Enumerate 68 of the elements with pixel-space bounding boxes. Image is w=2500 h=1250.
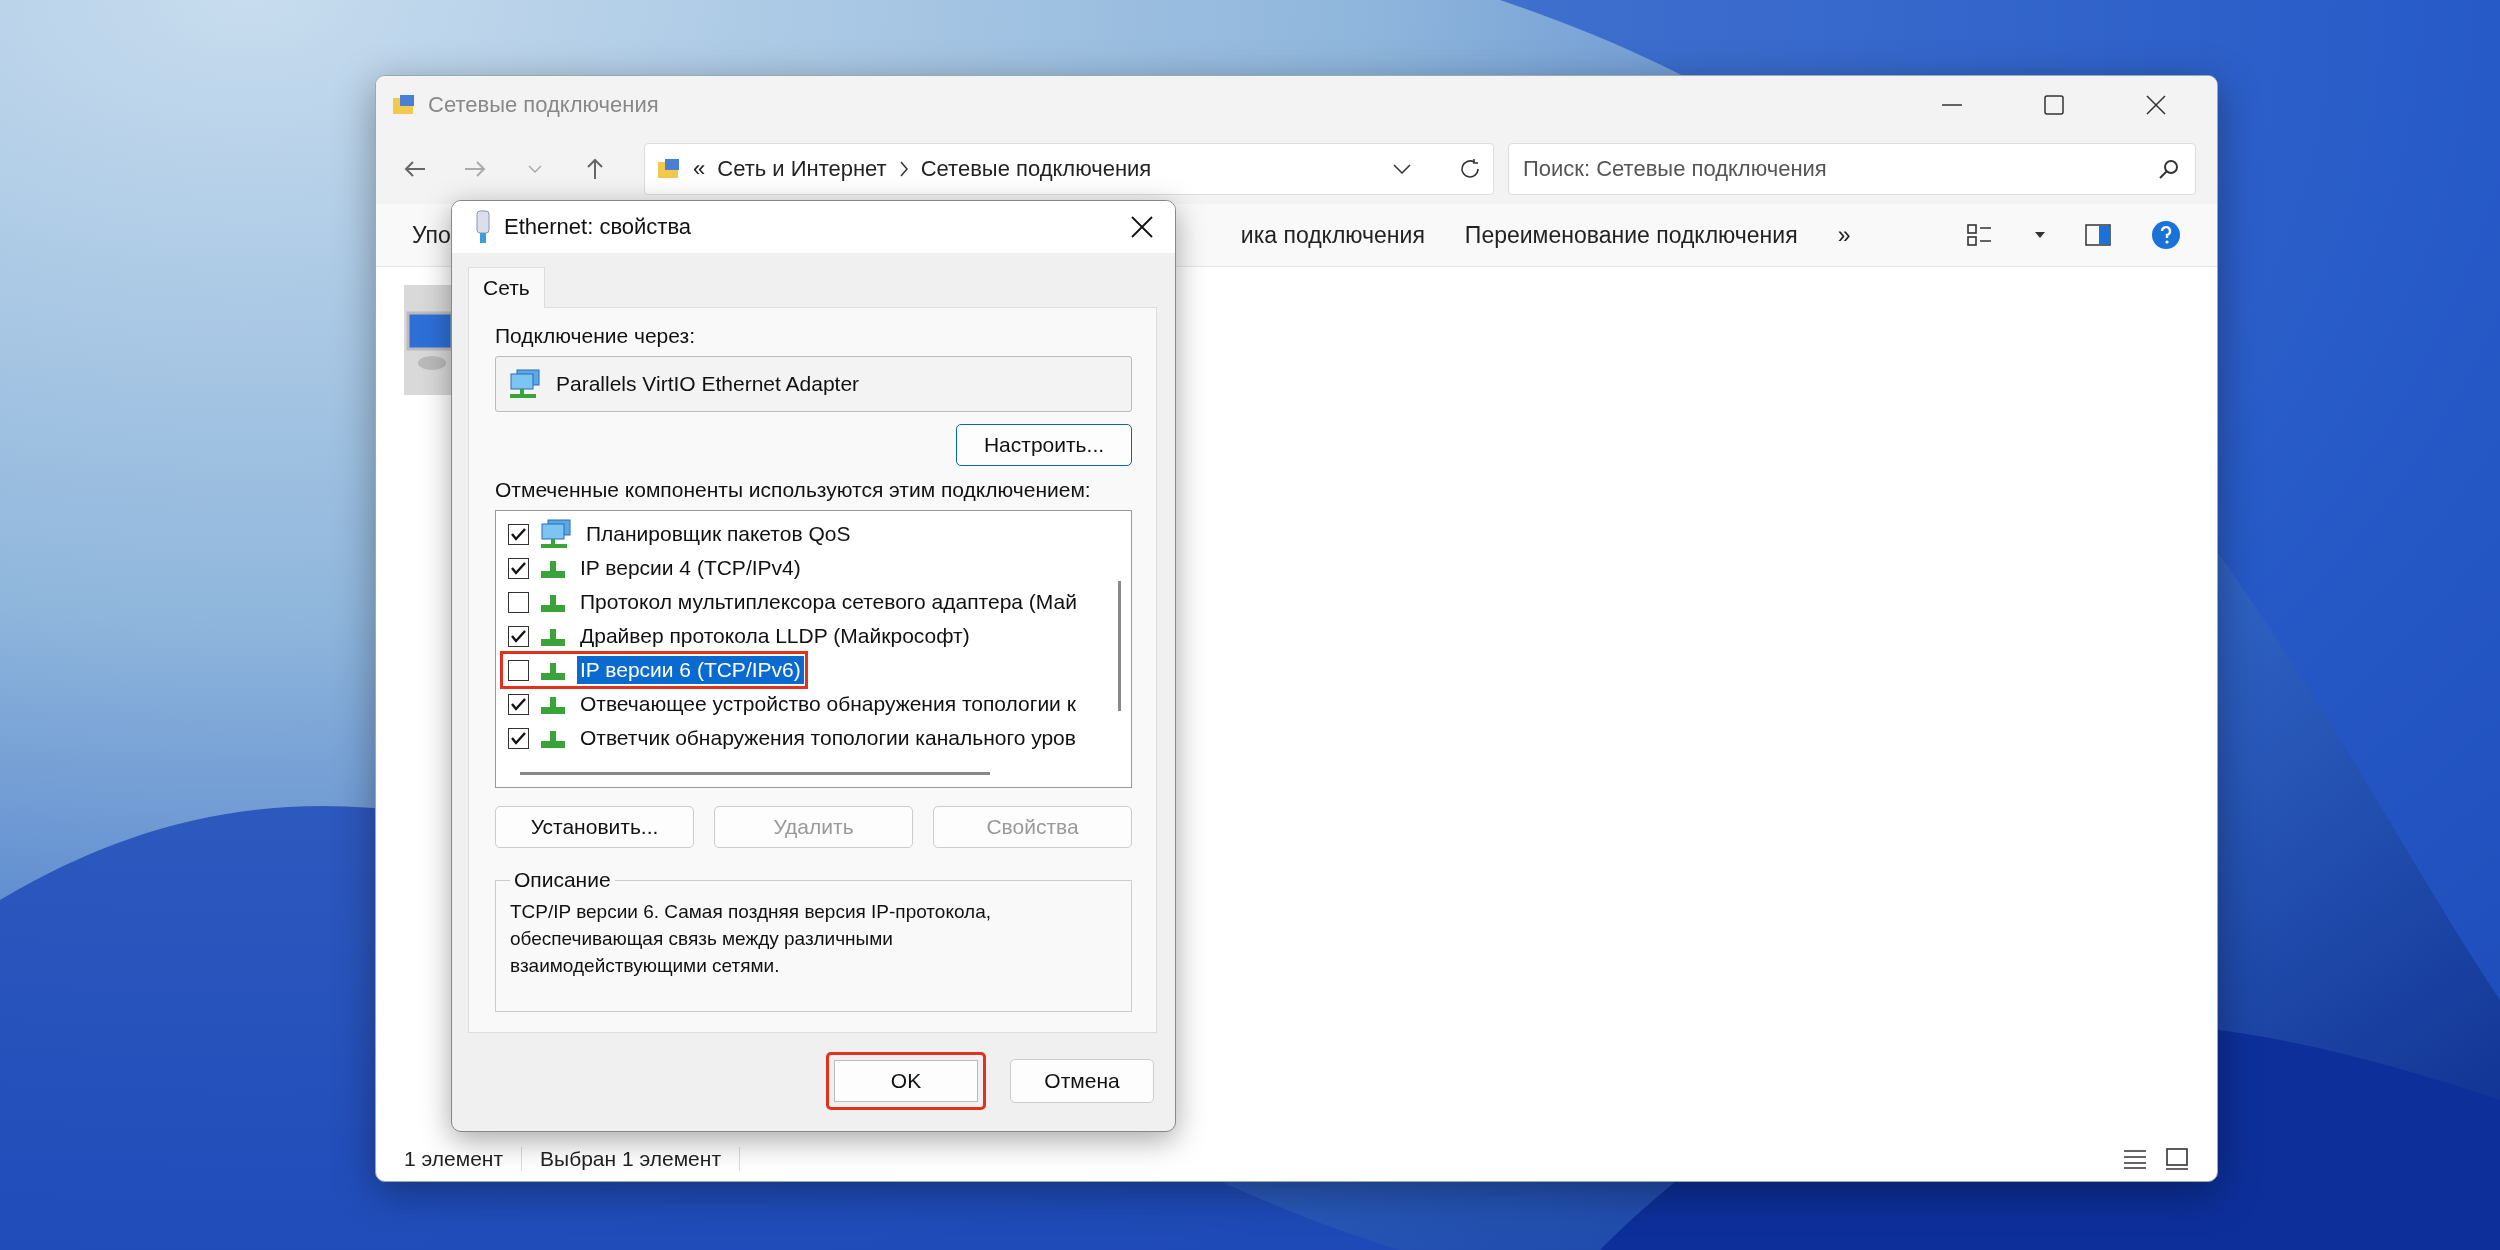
up-arrow-icon — [586, 158, 604, 180]
scrollbar[interactable] — [1118, 581, 1121, 711]
breadcrumb-overflow[interactable]: « — [693, 156, 706, 182]
component-label: Протокол мультиплексора сетевого адаптера (Май — [579, 589, 1078, 615]
network-folder-icon — [657, 158, 681, 180]
list-row[interactable]: Протокол мультиплексора сетевого адаптера (Май — [502, 585, 1082, 619]
service-icon — [539, 519, 573, 549]
minimize-icon — [1942, 103, 1962, 107]
status-text: 1 элемент — [404, 1147, 523, 1171]
details-pane-icon[interactable] — [2085, 224, 2111, 246]
checkbox[interactable] — [508, 659, 529, 681]
help-icon[interactable] — [2151, 220, 2181, 250]
toolbar-item[interactable]: Упо — [412, 221, 451, 249]
breadcrumb-item[interactable]: Сетевые подключения — [920, 156, 1152, 182]
checkbox[interactable] — [508, 693, 529, 715]
checkbox[interactable] — [508, 727, 529, 749]
field-label: Отмеченные компоненты используются этим подключением: — [495, 478, 1092, 502]
close-icon — [1131, 216, 1153, 238]
toolbar-item[interactable]: ика подключения — [1240, 221, 1425, 249]
checkbox[interactable] — [508, 591, 529, 613]
list-row[interactable]: IP версии 4 (TCP/IPv4) — [502, 551, 806, 585]
list-row[interactable]: Ответчик обнаружения топологии канального уров — [502, 721, 1081, 755]
maximize-icon — [2044, 95, 2064, 115]
list-row[interactable]: Планировщик пакетов QoS — [502, 517, 856, 551]
list-row[interactable]: Отвечающее устройство обнаружения топологии к — [502, 687, 1081, 721]
list-row[interactable]: Драйвер протокола LLDP (Майкрософт) — [502, 619, 975, 653]
component-label: Отвечающее устройство обнаружения топологии к — [579, 691, 1077, 717]
scrollbar[interactable] — [520, 772, 990, 775]
window-title: Сетевые подключения — [428, 92, 660, 118]
network-folder-icon — [392, 94, 416, 116]
highlighted-list-row[interactable]: IP версии 6 (TCP/IPv6) — [502, 653, 806, 687]
more-button[interactable]: » — [1837, 221, 1851, 249]
action-button[interactable]: Установить... — [495, 806, 694, 848]
chevron-down-icon — [1393, 164, 1411, 174]
dialog-button[interactable]: Отмена — [1010, 1059, 1154, 1103]
checkbox[interactable] — [508, 523, 529, 545]
address-bar[interactable]: « Сеть и Интернет Сетевые подключения — [644, 143, 1494, 195]
adapter-name: Parallels VirtIO Ethernet Adapter — [556, 372, 860, 396]
tab[interactable]: Сеть — [468, 267, 545, 308]
chevron-right-icon — [898, 161, 909, 177]
component-label: Планировщик пакетов QoS — [585, 521, 852, 547]
caret-icon — [2035, 232, 2045, 238]
group-title: Описание — [513, 868, 612, 892]
toolbar-item[interactable]: Переименование подключения — [1464, 221, 1798, 249]
component-label: Ответчик обнаружения топологии канального уров — [579, 725, 1077, 751]
checkbox[interactable] — [508, 625, 529, 647]
checkbox[interactable] — [508, 557, 529, 579]
component-label: Драйвер протокола LLDP (Майкрософт) — [579, 623, 971, 649]
refresh-icon — [1459, 158, 1481, 180]
search-field[interactable]: Поиск: Сетевые подключения — [1508, 143, 2196, 195]
details-view-icon — [2123, 1149, 2147, 1169]
component-label: IP версии 4 (TCP/IPv4) — [579, 555, 802, 581]
search-icon — [2158, 158, 2180, 180]
chevron-down-icon — [528, 165, 542, 173]
field-label: Подключение через: — [495, 324, 696, 348]
dialog-title: Ethernet: свойства — [504, 214, 693, 240]
forward-arrow-icon — [464, 160, 486, 178]
dialog-button[interactable]: OK — [826, 1052, 986, 1110]
ethernet-cable-icon — [474, 210, 492, 244]
back-arrow-icon — [404, 160, 426, 178]
status-text: Выбран 1 элемент — [540, 1147, 740, 1171]
description-text: TCP/IP версии 6. Самая поздняя версия IP-протокола, обеспечивающая связь между различными взаимодействующими сетями. — [510, 900, 993, 978]
tiles-view-icon — [2165, 1148, 2189, 1170]
configure-button[interactable]: Настроить... — [956, 424, 1132, 466]
close-icon — [2146, 95, 2166, 115]
breadcrumb-item[interactable]: Сеть и Интернет — [717, 156, 887, 182]
network-adapter-icon — [508, 369, 542, 399]
component-label: IP версии 6 (TCP/IPv6) — [577, 656, 804, 684]
